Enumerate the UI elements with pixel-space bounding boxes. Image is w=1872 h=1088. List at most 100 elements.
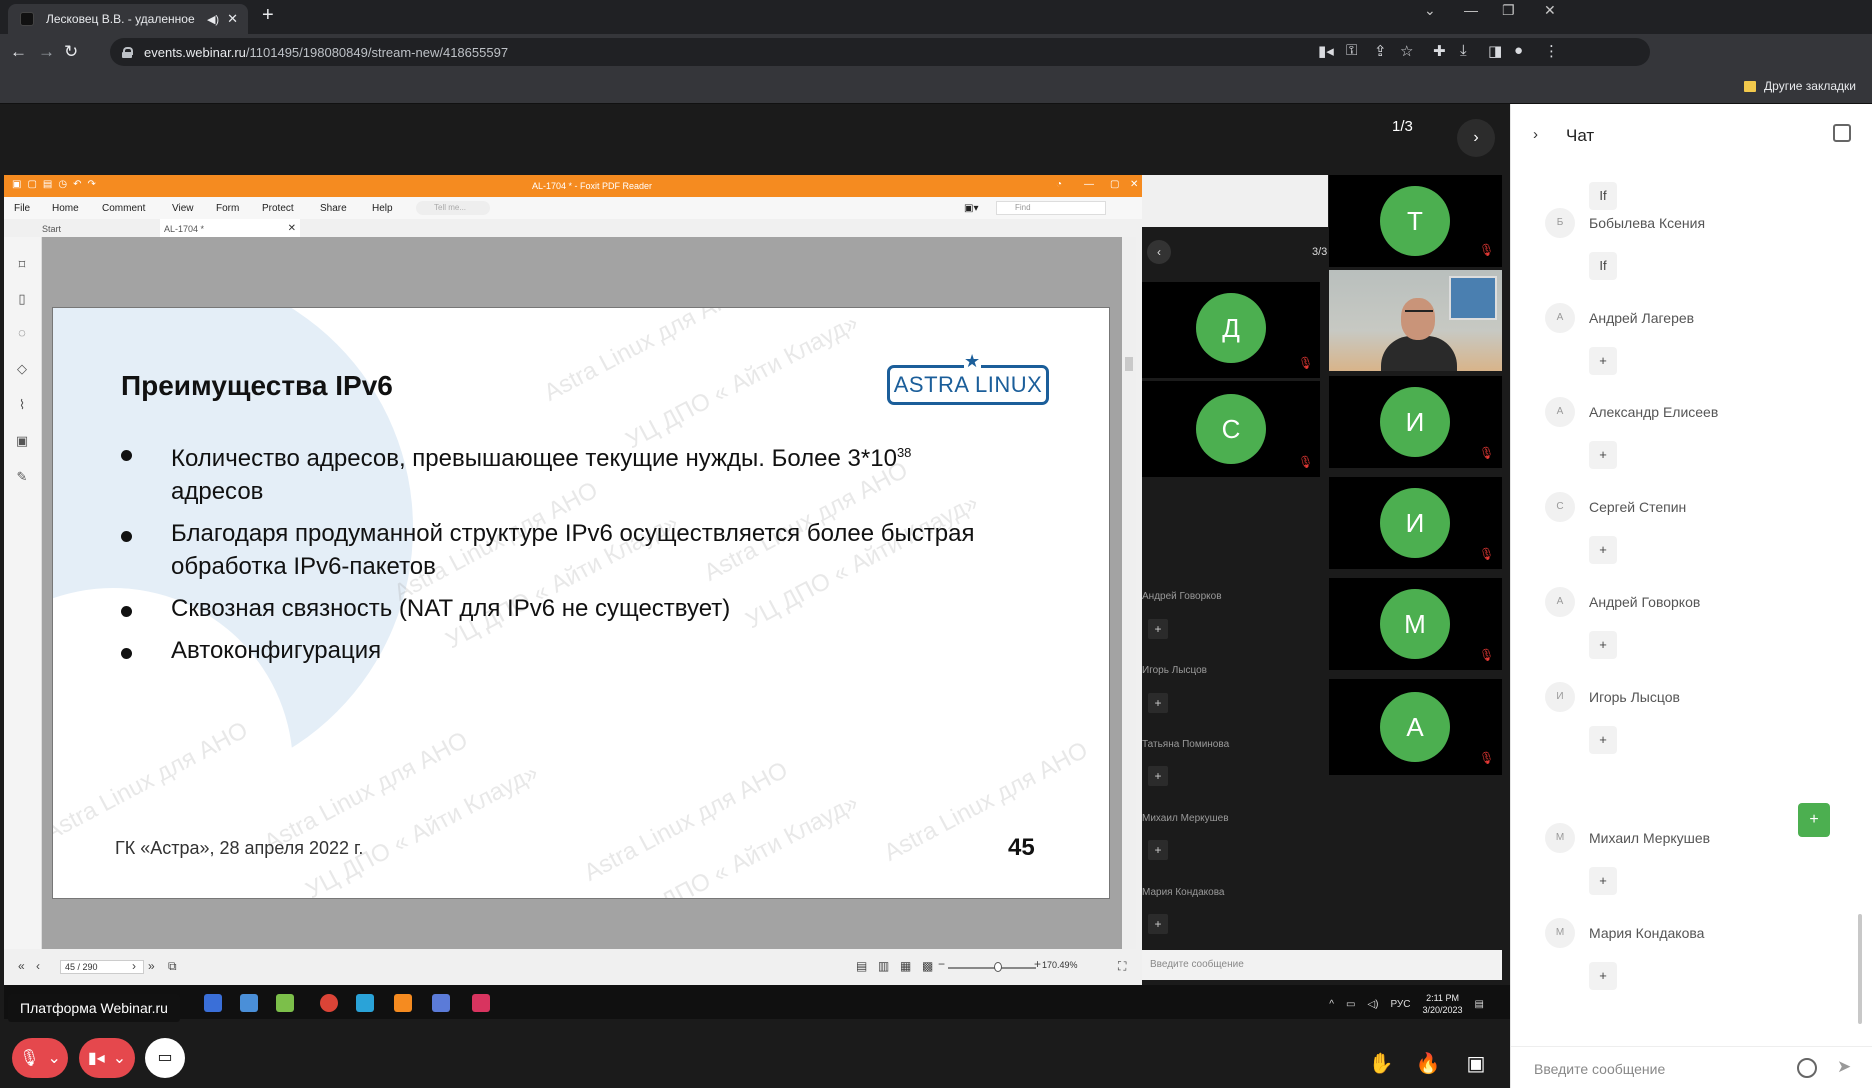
next-page-button[interactable]: ›: [1457, 119, 1495, 157]
menu-protect[interactable]: Protect: [262, 203, 294, 214]
taskbar-app-icon[interactable]: [432, 994, 450, 1012]
menu-icon[interactable]: ⋮: [1544, 42, 1559, 60]
foxit-close-icon[interactable]: ✕: [1130, 179, 1138, 190]
prev-page-icon[interactable]: ‹: [36, 959, 40, 973]
participant-tile[interactable]: Т 🎙: [1329, 175, 1502, 267]
participant-tile[interactable]: А 🎙: [1329, 679, 1502, 775]
camera-toggle[interactable]: ▮◂ ⌄: [79, 1038, 135, 1078]
participant-tile[interactable]: М 🎙: [1329, 578, 1502, 670]
scroll-thumb[interactable]: [1125, 357, 1133, 371]
popout-icon[interactable]: [1833, 124, 1851, 142]
chat-input[interactable]: Введите сообщение ➤: [1511, 1046, 1872, 1088]
emoji-icon[interactable]: [1797, 1058, 1817, 1078]
taskbar-app-icon[interactable]: [356, 994, 374, 1012]
layout-single-icon[interactable]: ▤: [856, 959, 867, 973]
tell-me-box[interactable]: Tell me...: [416, 201, 490, 215]
bookmark-star-icon[interactable]: ☆: [1400, 42, 1413, 60]
zoom-level[interactable]: 170.49%: [1042, 960, 1078, 970]
foxit-minimize-icon[interactable]: —: [1084, 179, 1094, 190]
vertical-scrollbar[interactable]: [1122, 237, 1136, 949]
layout-continuous-icon[interactable]: ▥: [878, 959, 889, 973]
close-doc-tab-icon[interactable]: ✕: [288, 223, 296, 234]
layout-icon[interactable]: ▣: [1460, 1048, 1492, 1080]
attachments-icon[interactable]: ⌇: [15, 397, 29, 413]
taskbar-app-icon[interactable]: [240, 994, 258, 1012]
find-box[interactable]: Find: [996, 201, 1106, 215]
menu-view[interactable]: View: [172, 203, 194, 214]
language-indicator[interactable]: РУС: [1390, 999, 1410, 1010]
comments-icon[interactable]: ◌: [15, 325, 29, 341]
tab-start[interactable]: Start: [42, 224, 61, 234]
close-window-icon[interactable]: ✕: [1544, 2, 1556, 19]
reload-icon[interactable]: ↻: [64, 42, 78, 62]
menu-comment[interactable]: Comment: [102, 203, 145, 214]
audio-playing-icon[interactable]: ◀): [207, 13, 219, 26]
download-icon[interactable]: ⤓: [1460, 42, 1467, 59]
share-icon[interactable]: ⇪: [1374, 42, 1387, 60]
participant-tile[interactable]: Д 🎙: [1142, 282, 1320, 378]
key-icon[interactable]: ⚿: [1346, 42, 1357, 59]
other-bookmarks[interactable]: Другие закладки: [1744, 79, 1856, 93]
sidepanel-icon[interactable]: ◨: [1488, 42, 1502, 60]
security-icon[interactable]: ▣: [15, 433, 29, 449]
chrome-icon[interactable]: [320, 994, 338, 1012]
send-icon[interactable]: ➤: [1837, 1057, 1851, 1077]
foxit-maximize-icon[interactable]: ▢: [1110, 179, 1119, 190]
participant-tile[interactable]: И 🎙: [1329, 376, 1502, 468]
last-page-icon[interactable]: »: [148, 959, 155, 973]
extensions-icon[interactable]: ✚: [1433, 42, 1446, 60]
taskbar-app-icon[interactable]: [472, 994, 490, 1012]
reactions-icon[interactable]: 🔥: [1412, 1048, 1444, 1080]
account-icon[interactable]: ◔: [1056, 179, 1062, 190]
presenter-webcam[interactable]: [1329, 270, 1502, 371]
taskbar-app-icon[interactable]: [276, 994, 294, 1012]
microphone-toggle[interactable]: 🎙 ⌄: [12, 1038, 68, 1078]
quick-access-icons[interactable]: ▣▢▤◷↶↷: [12, 179, 102, 190]
layout-facing-icon[interactable]: ▦: [900, 959, 911, 973]
address-bar[interactable]: events.webinar.ru /1101495/198080849/str…: [110, 38, 1650, 66]
remote-prev-icon[interactable]: ‹: [1147, 240, 1171, 264]
close-tab-icon[interactable]: ✕: [227, 11, 238, 27]
copy-icon[interactable]: ⧉: [168, 959, 177, 974]
participant-tile[interactable]: С 🎙: [1142, 381, 1320, 477]
fullscreen-icon[interactable]: ⛶: [1118, 959, 1126, 974]
menu-home[interactable]: Home: [52, 203, 79, 214]
layers-icon[interactable]: ◇: [15, 361, 29, 377]
chat-scrollbar[interactable]: [1858, 914, 1862, 1024]
layout-grid-icon[interactable]: ▩: [922, 959, 933, 973]
notifications-icon[interactable]: ▤: [1475, 999, 1484, 1010]
menu-file[interactable]: File: [14, 203, 30, 214]
clock[interactable]: 2:11 PM 3/20/2023: [1423, 992, 1463, 1016]
raise-hand-icon[interactable]: ✋: [1365, 1048, 1397, 1080]
profile-icon[interactable]: ●: [1514, 42, 1523, 59]
collapse-chat-icon[interactable]: ›: [1533, 126, 1538, 143]
zoom-knob[interactable]: [994, 962, 1002, 972]
menu-form[interactable]: Form: [216, 203, 239, 214]
participant-tile[interactable]: И 🎙: [1329, 477, 1502, 569]
zoom-out-icon[interactable]: −: [938, 957, 945, 971]
tray-chevron-icon[interactable]: ^: [1329, 999, 1334, 1010]
restore-icon[interactable]: ❐: [1502, 2, 1515, 19]
next-page-icon[interactable]: ›: [132, 959, 136, 973]
signature-icon[interactable]: ✎: [15, 469, 29, 485]
forward-icon[interactable]: →: [38, 42, 55, 62]
tab-document[interactable]: AL-1704 * ✕: [160, 219, 300, 237]
back-icon[interactable]: ←: [10, 42, 27, 62]
menu-share[interactable]: Share: [320, 203, 347, 214]
network-icon[interactable]: ▭: [1346, 999, 1355, 1010]
minimize-icon[interactable]: —: [1464, 2, 1478, 18]
zoom-slider[interactable]: [948, 967, 1036, 969]
zoom-in-icon[interactable]: +: [1034, 957, 1041, 971]
camera-icon[interactable]: ▮◂: [1318, 42, 1334, 60]
volume-icon[interactable]: ◁): [1367, 999, 1378, 1010]
view-mode-icon[interactable]: ▣▾: [964, 203, 978, 214]
bookmark-icon[interactable]: ⌑: [15, 257, 29, 273]
browser-tab[interactable]: Лесковец В.В. - удаленное ◀) ✕: [8, 4, 248, 34]
foxit-taskbar-icon[interactable]: [394, 994, 412, 1012]
pages-icon[interactable]: ▯: [15, 291, 29, 307]
lock-icon[interactable]: [122, 46, 133, 58]
screen-share-button[interactable]: ▭: [145, 1038, 185, 1078]
new-tab-button[interactable]: +: [262, 4, 274, 27]
menu-help[interactable]: Help: [372, 203, 393, 214]
first-page-icon[interactable]: «: [18, 959, 25, 973]
